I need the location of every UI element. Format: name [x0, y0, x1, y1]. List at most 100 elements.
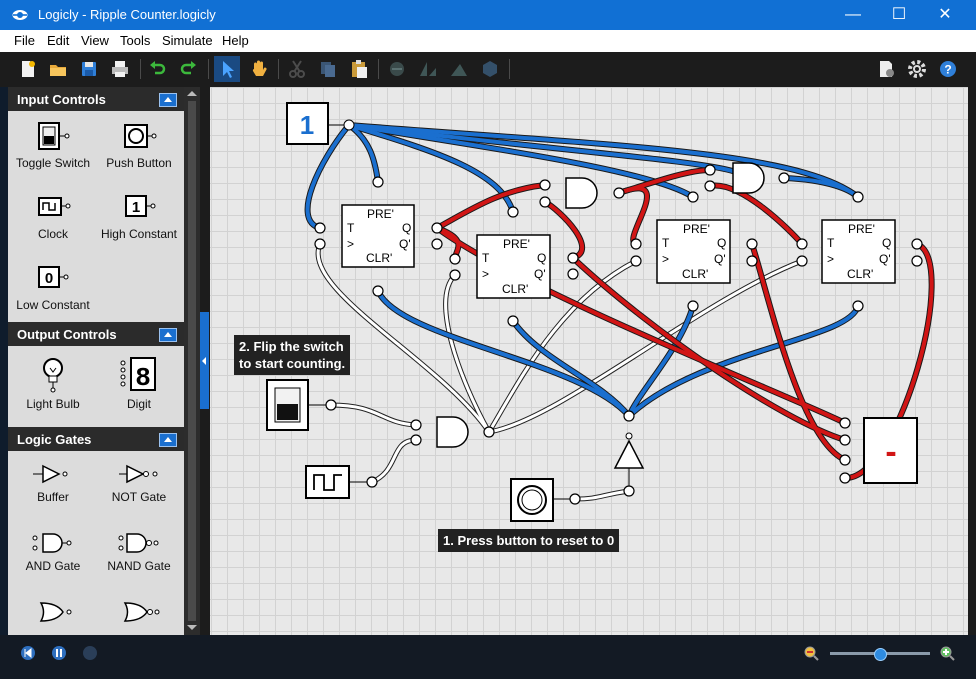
circuit-canvas[interactable]: 1 PRE' T > Q Q' CLR' PRE' T > Q Q' CLR' …: [210, 87, 968, 635]
digit-display-icon: 8: [120, 357, 156, 393]
zoom-out-icon[interactable]: [803, 645, 819, 661]
nand-gate-icon: [118, 533, 159, 553]
settings-gear-icon[interactable]: [906, 58, 928, 80]
palette-item-label: NOT Gate: [111, 490, 167, 504]
undo-icon[interactable]: [146, 58, 168, 80]
maximize-button[interactable]: ☐: [876, 0, 922, 30]
palette-item-label: Light Bulb: [26, 397, 80, 411]
select-pointer-icon[interactable]: [214, 56, 240, 82]
menu-tools[interactable]: Tools: [120, 33, 150, 48]
pause-icon[interactable]: [51, 645, 67, 661]
palette-item-clock[interactable]: Clock: [9, 191, 97, 241]
canvas-edge: [968, 87, 976, 635]
collapse-arrow-icon[interactable]: [202, 357, 206, 365]
menu-view[interactable]: View: [81, 33, 109, 48]
ff-qn-label: Q': [714, 252, 726, 266]
minimize-button[interactable]: —: [830, 0, 876, 30]
menu-edit[interactable]: Edit: [47, 33, 69, 48]
palette-item-nor-gate[interactable]: [95, 600, 183, 628]
zoom-slider-thumb[interactable]: [874, 648, 887, 661]
palette-item-high-constant[interactable]: 1 High Constant: [95, 191, 183, 241]
toggle-switch-component[interactable]: [266, 379, 326, 431]
zoom-in-icon[interactable]: [939, 645, 955, 661]
ff-q-label: Q: [717, 236, 726, 250]
palette-item-or-gate[interactable]: [9, 600, 97, 628]
flip-icon[interactable]: [417, 58, 439, 80]
rewind-icon[interactable]: [20, 645, 36, 661]
palette-item-toggle-switch[interactable]: Toggle Switch: [9, 120, 97, 170]
t-flipflop-4[interactable]: PRE' T > Q Q' CLR': [821, 219, 896, 284]
or-gate-icon: [39, 602, 72, 622]
high-constant-component[interactable]: 1: [286, 102, 355, 145]
section-logic-gates[interactable]: Logic Gates: [8, 427, 184, 451]
save-icon[interactable]: [78, 58, 100, 80]
palette-item-push-button[interactable]: Push Button: [95, 120, 183, 170]
t-flipflop-3[interactable]: PRE' T > Q Q' CLR': [656, 219, 731, 284]
app-logo-icon: [12, 10, 28, 20]
ff-qn-label: Q': [879, 252, 891, 266]
print-icon[interactable]: [109, 58, 131, 80]
and-gate-3[interactable]: [436, 416, 469, 448]
palette-item-light-bulb[interactable]: Light Bulb: [9, 355, 97, 411]
clock-component[interactable]: [305, 465, 367, 499]
not-gate[interactable]: [613, 432, 645, 487]
paste-icon[interactable]: [348, 58, 370, 80]
palette-item-low-constant[interactable]: 0 Low Constant: [9, 262, 97, 312]
pan-hand-icon[interactable]: [248, 58, 270, 80]
t-flipflop-1[interactable]: PRE' T > Q Q' CLR': [341, 204, 415, 268]
ff-clr-label: CLR': [847, 267, 873, 281]
rotate-icon[interactable]: [448, 58, 470, 80]
scroll-thumb[interactable]: [188, 101, 196, 621]
ff-qn-label: Q': [399, 237, 411, 251]
push-button-component[interactable]: [510, 478, 570, 522]
help-icon[interactable]: ?: [937, 58, 959, 80]
step-icon[interactable]: [82, 645, 98, 661]
redo-icon[interactable]: [178, 58, 200, 80]
palette-item-nand-gate[interactable]: NAND Gate: [95, 531, 183, 573]
and-gate-2[interactable]: [732, 162, 765, 194]
group-icon[interactable]: [386, 58, 408, 80]
ff-t-label: T: [482, 251, 490, 265]
menu-simulate[interactable]: Simulate: [162, 33, 213, 48]
close-button[interactable]: ✕: [922, 0, 968, 30]
palette-item-label: AND Gate: [25, 559, 81, 573]
menu-help[interactable]: Help: [222, 33, 249, 48]
palette-scrollbar[interactable]: [184, 87, 200, 635]
t-flipflop-2[interactable]: PRE' T > Q Q' CLR': [476, 234, 551, 299]
menu-file[interactable]: File: [14, 33, 35, 48]
collapse-icon[interactable]: [159, 93, 177, 107]
ff-clk-label: >: [347, 237, 354, 251]
palette-item-digit[interactable]: 8 Digit: [95, 355, 183, 411]
panel-splitter[interactable]: [200, 87, 210, 635]
palette-item-label: Low Constant: [16, 298, 90, 312]
digit-display-component[interactable]: -: [863, 417, 918, 484]
ff-clr-label: CLR': [682, 267, 708, 281]
palette-item-buffer[interactable]: Buffer: [9, 462, 97, 504]
scroll-down-icon[interactable]: [187, 625, 197, 630]
section-output-controls[interactable]: Output Controls: [8, 322, 184, 346]
low-constant-icon: 0: [38, 266, 69, 288]
section-input-controls[interactable]: Input Controls: [8, 87, 184, 111]
ff-pre-label: PRE': [367, 207, 394, 221]
and-gate-1[interactable]: [565, 177, 598, 209]
svg-text:?: ?: [944, 63, 951, 77]
shape-icon[interactable]: [479, 58, 501, 80]
palette-item-not-gate[interactable]: NOT Gate: [95, 462, 183, 504]
scroll-up-icon[interactable]: [187, 91, 197, 96]
digit-display-value: -: [885, 433, 896, 471]
new-file-icon[interactable]: [17, 58, 39, 80]
cut-icon[interactable]: [286, 58, 308, 80]
section-title: Logic Gates: [17, 432, 92, 447]
callout-flip-switch: 2. Flip the switch to start counting.: [234, 335, 351, 375]
not-gate-icon: [119, 464, 158, 484]
open-folder-icon[interactable]: [47, 58, 69, 80]
export-icon[interactable]: [875, 58, 897, 80]
ff-pre-label: PRE': [848, 222, 875, 236]
collapse-icon[interactable]: [159, 328, 177, 342]
copy-icon[interactable]: [317, 58, 339, 80]
palette-item-and-gate[interactable]: AND Gate: [9, 531, 97, 573]
component-palette: Input Controls Toggle Switch Push Button…: [8, 87, 184, 635]
ff-clr-label: CLR': [502, 282, 528, 296]
collapse-icon[interactable]: [159, 433, 177, 447]
ff-clk-label: >: [827, 252, 834, 266]
